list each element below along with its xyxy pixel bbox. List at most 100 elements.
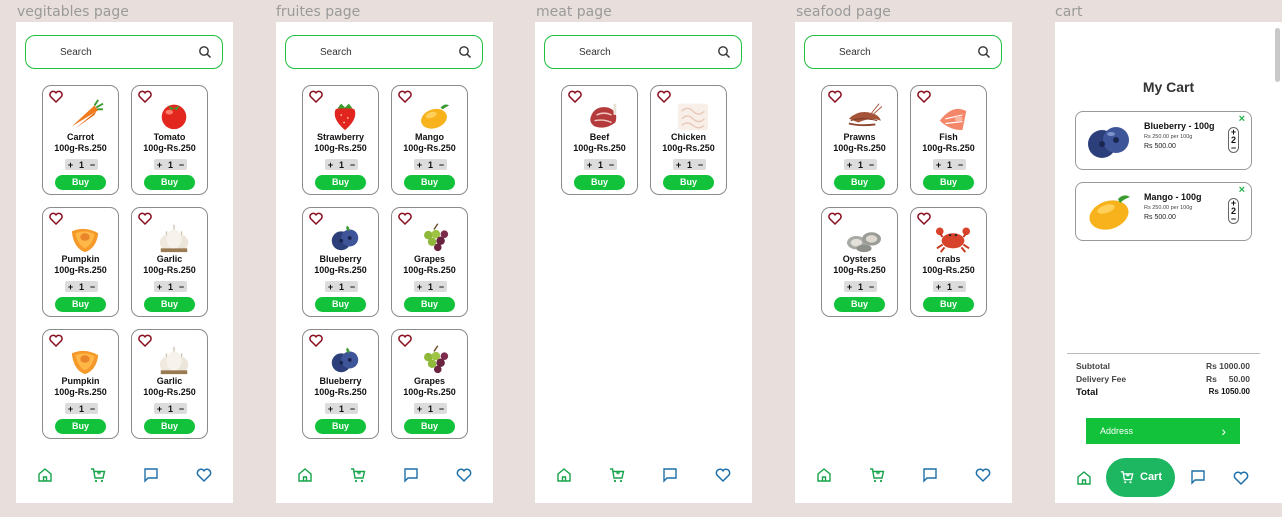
chat-icon[interactable] xyxy=(143,467,159,483)
product-card[interactable]: Pumpkin 100g-Rs.250 +1− Buy xyxy=(42,207,119,317)
product-card[interactable]: Prawns 100g-Rs.250 +1− Buy xyxy=(821,85,898,195)
quantity-stepper[interactable]: +1− xyxy=(65,159,98,170)
favorite-heart-icon[interactable] xyxy=(49,90,63,103)
quantity-stepper[interactable]: +1− xyxy=(933,281,966,292)
buy-button[interactable]: Buy xyxy=(923,175,974,190)
minus-button[interactable]: − xyxy=(90,282,95,292)
minus-button[interactable]: − xyxy=(179,282,184,292)
favorite-heart-icon[interactable] xyxy=(657,90,671,103)
minus-button[interactable]: − xyxy=(958,282,963,292)
plus-button[interactable]: + xyxy=(847,160,852,170)
chat-icon[interactable] xyxy=(1190,469,1206,485)
quantity-stepper[interactable]: +1− xyxy=(154,281,187,292)
minus-button[interactable]: − xyxy=(869,160,874,170)
plus-button[interactable]: + xyxy=(68,404,73,414)
product-card[interactable]: Strawberry 100g-Rs.250 +1− Buy xyxy=(302,85,379,195)
favorite-heart-icon[interactable] xyxy=(917,90,931,103)
remove-item-button[interactable]: × xyxy=(1239,184,1245,196)
plus-button[interactable]: + xyxy=(936,160,941,170)
search-icon[interactable] xyxy=(717,45,731,59)
favorite-heart-icon[interactable] xyxy=(138,334,152,347)
product-card[interactable]: Grapes 100g-Rs.250 +1− Buy xyxy=(391,207,468,317)
favorite-heart-icon[interactable] xyxy=(568,90,582,103)
quantity-stepper[interactable]: +1− xyxy=(844,281,877,292)
minus-button[interactable]: − xyxy=(90,404,95,414)
product-card[interactable]: crabs 100g-Rs.250 +1− Buy xyxy=(910,207,987,317)
plus-button[interactable]: + xyxy=(328,404,333,414)
product-card[interactable]: Grapes 100g-Rs.250 +1− Buy xyxy=(391,329,468,439)
chat-icon[interactable] xyxy=(662,467,678,483)
chat-icon[interactable] xyxy=(922,467,938,483)
home-icon[interactable] xyxy=(37,467,53,483)
plus-button[interactable]: + xyxy=(417,160,422,170)
buy-button[interactable]: Buy xyxy=(315,297,366,312)
home-icon[interactable] xyxy=(1076,470,1092,486)
favorite-heart-icon[interactable] xyxy=(309,90,323,103)
cart-icon[interactable] xyxy=(350,467,366,483)
minus-button[interactable]: − xyxy=(179,404,184,414)
minus-button[interactable]: − xyxy=(350,404,355,414)
search-icon[interactable] xyxy=(198,45,212,59)
heart-icon[interactable] xyxy=(196,467,212,483)
quantity-stepper[interactable]: +1− xyxy=(414,403,447,414)
product-card[interactable]: Fish 100g-Rs.250 +1− Buy xyxy=(910,85,987,195)
buy-button[interactable]: Buy xyxy=(144,297,195,312)
plus-button[interactable]: + xyxy=(68,160,73,170)
cart-icon[interactable] xyxy=(609,467,625,483)
favorite-heart-icon[interactable] xyxy=(828,212,842,225)
quantity-stepper[interactable]: +1− xyxy=(414,159,447,170)
buy-button[interactable]: Buy xyxy=(55,175,106,190)
home-icon[interactable] xyxy=(556,467,572,483)
plus-button[interactable]: + xyxy=(157,404,162,414)
heart-icon[interactable] xyxy=(715,467,731,483)
plus-button[interactable]: + xyxy=(328,160,333,170)
minus-button[interactable]: − xyxy=(439,160,444,170)
plus-button[interactable]: + xyxy=(68,282,73,292)
minus-button[interactable]: − xyxy=(439,404,444,414)
quantity-stepper[interactable]: + 2 − xyxy=(1228,198,1239,224)
heart-icon[interactable] xyxy=(975,467,991,483)
plus-button[interactable]: + xyxy=(587,160,592,170)
plus-button[interactable]: + xyxy=(328,282,333,292)
search-icon[interactable] xyxy=(977,45,991,59)
buy-button[interactable]: Buy xyxy=(834,175,885,190)
quantity-stepper[interactable]: +1− xyxy=(65,281,98,292)
minus-button[interactable]: − xyxy=(350,282,355,292)
buy-button[interactable]: Buy xyxy=(404,297,455,312)
product-card[interactable]: Oysters 100g-Rs.250 +1− Buy xyxy=(821,207,898,317)
search-input[interactable]: Search xyxy=(544,35,742,69)
quantity-stepper[interactable]: +1− xyxy=(673,159,706,170)
home-icon[interactable] xyxy=(816,467,832,483)
buy-button[interactable]: Buy xyxy=(404,419,455,434)
minus-button[interactable]: − xyxy=(609,160,614,170)
quantity-stepper[interactable]: +1− xyxy=(584,159,617,170)
product-card[interactable]: Garlic 100g-Rs.250 +1− Buy xyxy=(131,207,208,317)
home-icon[interactable] xyxy=(297,467,313,483)
buy-button[interactable]: Buy xyxy=(663,175,714,190)
buy-button[interactable]: Buy xyxy=(55,297,106,312)
product-card[interactable]: Carrot 100g-Rs.250 +1− Buy xyxy=(42,85,119,195)
favorite-heart-icon[interactable] xyxy=(917,212,931,225)
plus-button[interactable]: + xyxy=(157,282,162,292)
buy-button[interactable]: Buy xyxy=(315,175,366,190)
address-button[interactable]: Address › xyxy=(1086,418,1240,444)
minus-button[interactable]: − xyxy=(439,282,444,292)
heart-icon[interactable] xyxy=(456,467,472,483)
product-card[interactable]: Blueberry 100g-Rs.250 +1− Buy xyxy=(302,207,379,317)
buy-button[interactable]: Buy xyxy=(144,175,195,190)
favorite-heart-icon[interactable] xyxy=(309,334,323,347)
quantity-stepper[interactable]: +1− xyxy=(844,159,877,170)
favorite-heart-icon[interactable] xyxy=(398,334,412,347)
quantity-stepper[interactable]: +1− xyxy=(325,403,358,414)
minus-button[interactable]: − xyxy=(90,160,95,170)
cart-icon[interactable] xyxy=(90,467,106,483)
minus-button[interactable]: − xyxy=(698,160,703,170)
plus-button[interactable]: + xyxy=(417,282,422,292)
favorite-heart-icon[interactable] xyxy=(828,90,842,103)
product-card[interactable]: Tomato 100g-Rs.250 +1− Buy xyxy=(131,85,208,195)
search-input[interactable]: Search xyxy=(285,35,483,69)
product-card[interactable]: Chicken 100g-Rs.250 +1− Buy xyxy=(650,85,727,195)
quantity-stepper[interactable]: +1− xyxy=(325,159,358,170)
chat-icon[interactable] xyxy=(403,467,419,483)
buy-button[interactable]: Buy xyxy=(55,419,106,434)
